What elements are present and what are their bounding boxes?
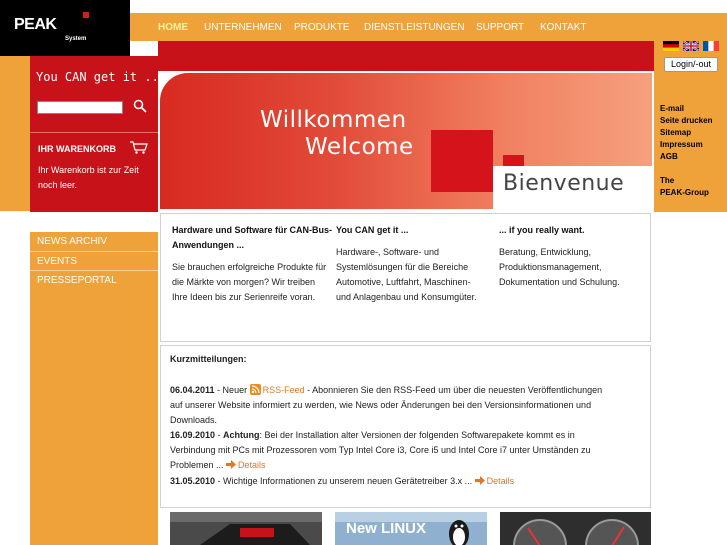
nav-home[interactable]: HOME bbox=[158, 22, 188, 33]
intro-column: ... if you really want. Beratung, Entwic… bbox=[499, 223, 644, 290]
arrow-right-icon[interactable] bbox=[474, 476, 485, 485]
header-red-band bbox=[158, 41, 654, 71]
news-text: : Bei der Installation alter Versionen d… bbox=[259, 430, 575, 440]
link-print[interactable]: Seite drucken bbox=[660, 116, 712, 125]
intro-text: Beratung, Entwicklung, Produktionsmanage… bbox=[499, 247, 620, 287]
top-nav: HOME UNTERNEHMEN PRODUKTE DIENSTLEISTUNG… bbox=[130, 13, 727, 41]
news-line: 06.04.2011 - Neuer RSS-Feed - Abonnieren… bbox=[170, 383, 602, 398]
intro-heading: Hardware und Software für CAN-Bus-Anwend… bbox=[172, 225, 333, 250]
flag-fr-icon[interactable] bbox=[703, 41, 719, 51]
intro-text: Hardware-, Software- und Systemlösungen … bbox=[336, 247, 477, 302]
search-icon[interactable] bbox=[133, 99, 147, 113]
nav-dienstleistungen[interactable]: DIENSTLEISTUNGEN bbox=[364, 22, 465, 33]
arrow-right-icon[interactable] bbox=[226, 460, 237, 469]
intro-text: Sie brauchen erfolgreiche Produkte für d… bbox=[172, 262, 327, 302]
news-line: Problemen ... Details bbox=[170, 458, 266, 473]
news-text: - bbox=[215, 430, 224, 440]
news-date: 31.05.2010 bbox=[170, 476, 216, 486]
news-warning: Achtung bbox=[223, 430, 260, 440]
nav-support[interactable]: SUPPORT bbox=[476, 22, 524, 33]
nav-kontakt[interactable]: KONTAKT bbox=[540, 22, 586, 33]
rss-icon[interactable] bbox=[249, 384, 261, 395]
gauge-teaser-image[interactable] bbox=[500, 512, 651, 545]
news-text: - Wichtige Informationen zu unserem neue… bbox=[215, 476, 475, 486]
sidebar-item-news-archiv[interactable]: NEWS ARCHIV bbox=[30, 232, 158, 250]
logo-red-square bbox=[83, 12, 89, 18]
cart-title[interactable]: IHR WARENKORB bbox=[38, 144, 116, 154]
news-text: auf unserer Website informiert zu werden… bbox=[170, 400, 592, 410]
link-the[interactable]: The bbox=[660, 176, 674, 185]
sidebar-item-presseportal[interactable]: PRESSEPORTAL bbox=[30, 270, 158, 288]
link-impressum[interactable]: Impressum bbox=[660, 140, 703, 149]
news-line: 16.09.2010 - Achtung: Bei der Installati… bbox=[170, 428, 575, 443]
news-box: Kurzmitteilungen: 06.04.2011 - Neuer RSS… bbox=[160, 345, 651, 508]
link-agb[interactable]: AGB bbox=[660, 152, 678, 161]
sidebar-slogan: You CAN get it ... bbox=[36, 70, 167, 84]
news-date: 16.09.2010 bbox=[170, 430, 216, 440]
teaser-strip: New LINUX bbox=[160, 512, 651, 545]
linux-teaser-title: New LINUX bbox=[346, 520, 427, 537]
news-text: Problemen ... bbox=[170, 460, 227, 470]
intro-heading: You CAN get it ... bbox=[336, 225, 409, 235]
news-text: - Abonnieren Sie den RSS-Feed um über di… bbox=[304, 385, 603, 395]
rss-feed-link[interactable]: RSS-Feed bbox=[263, 385, 305, 395]
intro-box: Hardware und Software für CAN-Bus-Anwend… bbox=[160, 213, 651, 342]
login-button[interactable]: Login/-out bbox=[664, 57, 718, 72]
logo-subtitle: System bbox=[65, 36, 87, 42]
search-input[interactable] bbox=[37, 101, 123, 114]
nav-produkte[interactable]: PRODUKTE bbox=[294, 22, 350, 33]
intro-column: Hardware und Software für CAN-Bus-Anwend… bbox=[172, 223, 332, 305]
flag-uk-icon[interactable] bbox=[683, 41, 699, 51]
banner-bienvenue: Bienvenue bbox=[503, 171, 625, 196]
news-text: Verbindung mit PCs mit Prozessoren vom T… bbox=[170, 445, 591, 455]
news-title: Kurzmitteilungen: bbox=[170, 354, 247, 364]
news-text: Downloads. bbox=[170, 415, 218, 425]
details-link[interactable]: Details bbox=[487, 476, 515, 486]
logo-text: PEAK bbox=[14, 16, 57, 33]
welcome-banner: Willkommen Welcome Bienvenue bbox=[160, 73, 652, 209]
flag-de-icon[interactable] bbox=[663, 41, 679, 51]
banner-square bbox=[431, 130, 493, 192]
details-link[interactable]: Details bbox=[238, 460, 266, 470]
news-text: - Neuer bbox=[214, 385, 250, 395]
link-peak-group[interactable]: PEAK-Group bbox=[660, 188, 709, 197]
intro-heading: ... if you really want. bbox=[499, 225, 585, 235]
product-teaser-image[interactable] bbox=[170, 512, 322, 545]
shopping-cart-icon[interactable] bbox=[129, 141, 149, 154]
cart-status-text: Ihr Warenkorb ist zur Zeit noch leer. bbox=[38, 165, 139, 190]
link-sitemap[interactable]: Sitemap bbox=[660, 128, 691, 137]
nav-unternehmen[interactable]: UNTERNEHMEN bbox=[204, 22, 282, 33]
news-line: 31.05.2010 - Wichtige Informationen zu u… bbox=[170, 474, 514, 489]
divider bbox=[30, 132, 158, 133]
sidebar-item-events[interactable]: EVENTS bbox=[30, 251, 158, 269]
banner-willkommen: Willkommen bbox=[260, 107, 407, 133]
banner-welcome: Welcome bbox=[305, 134, 414, 160]
peak-logo[interactable]: PEAK System bbox=[0, 0, 130, 56]
news-date: 06.04.2011 bbox=[170, 385, 215, 395]
intro-column: You CAN get it ... Hardware-, Software- … bbox=[336, 223, 486, 305]
left-orange-strip bbox=[0, 56, 30, 211]
link-email[interactable]: E-mail bbox=[660, 104, 684, 113]
sidebar-nav: NEWS ARCHIV EVENTS PRESSEPORTAL bbox=[30, 232, 158, 545]
